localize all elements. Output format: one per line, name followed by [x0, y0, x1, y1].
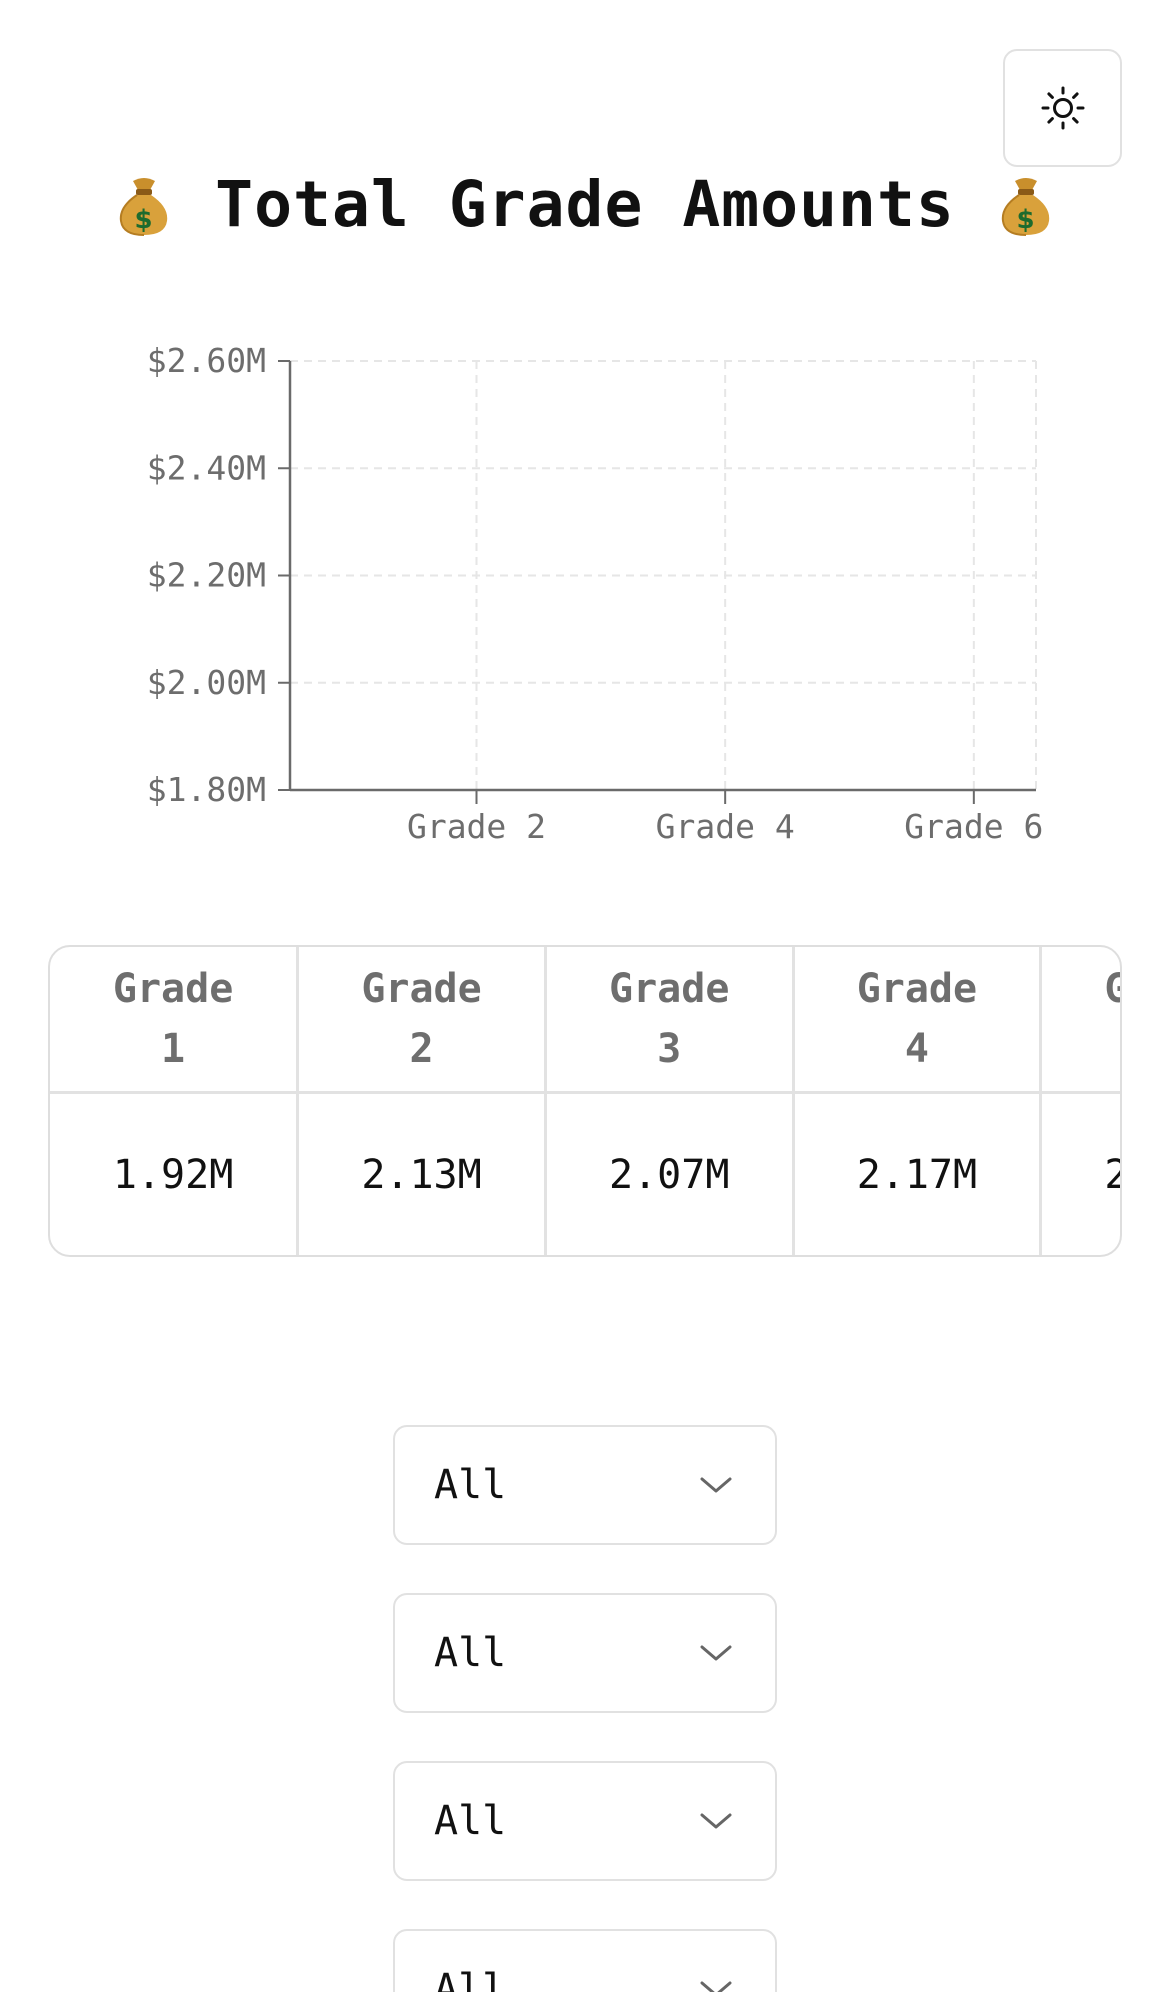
filter-select-2[interactable]: All — [393, 1593, 777, 1713]
sun-icon — [1041, 86, 1084, 130]
table-header-grade-1: Grade 1 — [50, 947, 300, 1094]
table-cell-grade-3: 2.07M — [545, 1092, 795, 1255]
chevron-down-icon — [700, 1981, 732, 1992]
page: $ Total Grade Amounts $ $1.80M $2.00M $2.2… — [0, 0, 1170, 1992]
x-axis-tick-label: Grade 4 — [656, 807, 795, 846]
y-axis-tick-label: $1.80M — [147, 770, 266, 809]
table-header-grade-5: Grade5 — [1040, 947, 1120, 1094]
x-axis-tick-label: Grade 2 — [407, 807, 546, 846]
y-axis-tick-label: $2.00M — [147, 663, 266, 702]
filter-select-4[interactable]: All — [393, 1929, 777, 1992]
grade-amounts-table: Grade1 Grade2 Grade3 Grade4 Grade5 1.92M… — [48, 945, 1122, 1257]
y-axis-tick-label: $2.60M — [147, 341, 266, 380]
y-axis-tick-label: $2.20M — [147, 556, 266, 595]
table-row: 1.92M 2.13M 2.07M 2.17M 2.38M — [50, 1092, 1120, 1255]
table-header-row: Grade1 Grade2 Grade3 Grade4 Grade5 — [50, 947, 1120, 1094]
filter-select-3[interactable]: All — [393, 1761, 777, 1881]
filter-select-value: All — [434, 1630, 507, 1676]
svg-text:$: $ — [1016, 205, 1035, 235]
chevron-down-icon — [700, 1477, 732, 1493]
table-cell-grade-1: 1.92M — [50, 1092, 300, 1255]
chevron-down-icon — [700, 1813, 732, 1829]
money-bag-icon: $ — [1001, 177, 1050, 236]
grade-table: Grade1 Grade2 Grade3 Grade4 Grade5 1.92M… — [50, 947, 1120, 1255]
table-cell-grade-4: 2.17M — [793, 1092, 1043, 1255]
theme-toggle-button[interactable] — [1003, 49, 1122, 167]
table-cell-grade-2: 2.13M — [297, 1092, 547, 1255]
page-title: $ Total Grade Amounts $ — [0, 168, 1170, 241]
chevron-down-icon — [700, 1645, 732, 1661]
filter-select-value: All — [434, 1798, 507, 1844]
svg-text:$: $ — [135, 205, 154, 235]
table-header-grade-2: Grade 2 — [297, 947, 547, 1094]
money-bag-icon: $ — [119, 177, 168, 236]
grade-amounts-chart: $1.80M $2.00M $2.20M $2.40M $2.60M Grade 2 Gra… — [147, 341, 1044, 846]
table-cell-grade-5: 2.38M — [1040, 1092, 1120, 1255]
y-axis-tick-label: $2.40M — [147, 448, 266, 487]
page-title-text: Total Grade Amounts — [215, 168, 955, 241]
table-header-grade-4: Grade 4 — [793, 947, 1043, 1094]
filter-select-1[interactable]: All — [393, 1425, 777, 1545]
table-header-grade-3: Grade 3 — [545, 947, 795, 1094]
filter-select-value: All — [434, 1462, 507, 1508]
x-axis-tick-label: Grade 6 — [904, 807, 1043, 846]
filter-select-value: All — [434, 1966, 507, 1992]
